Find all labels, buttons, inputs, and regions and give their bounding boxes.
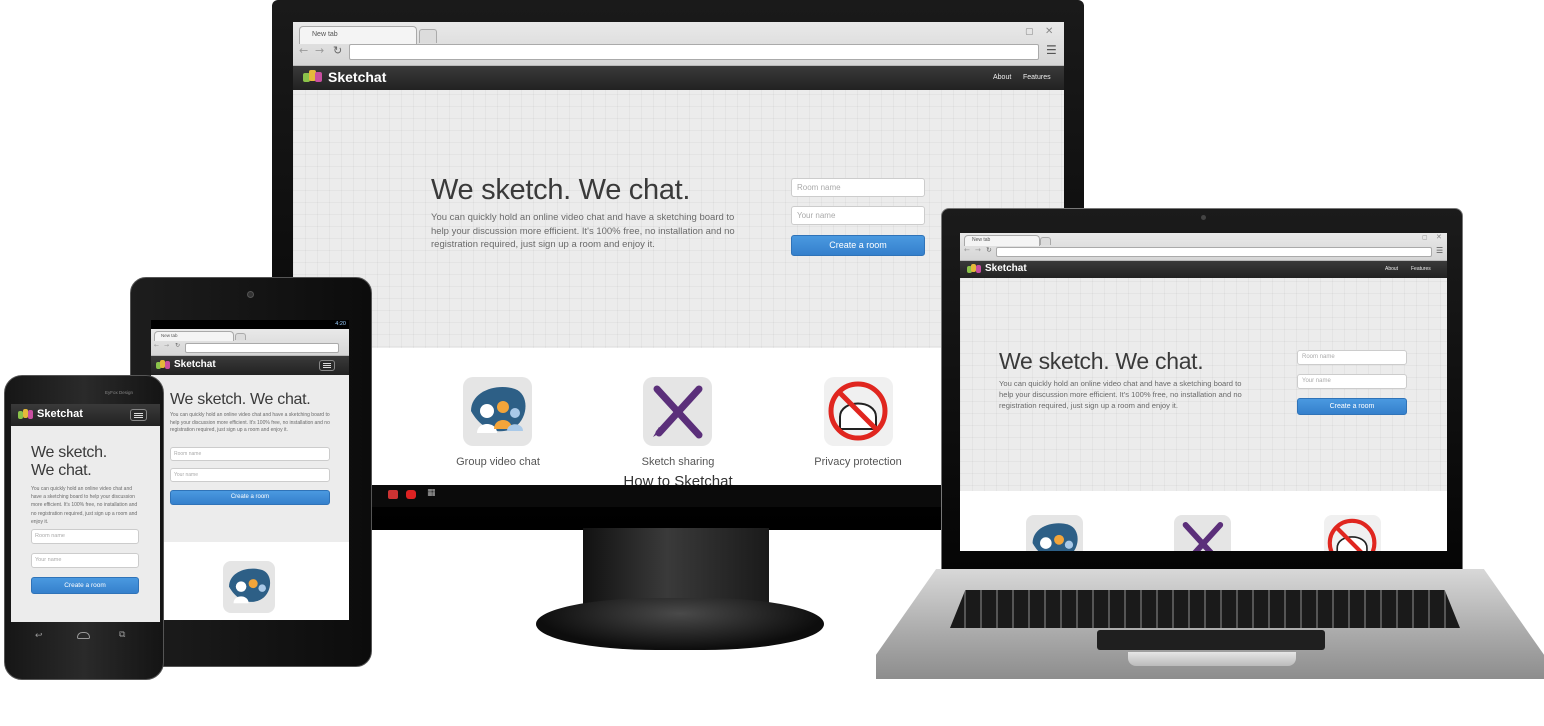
new-tab-button[interactable] xyxy=(1040,237,1051,245)
tablet-screen: 4:20 New tab ← → ↻ Sketchat We sketch. W… xyxy=(151,320,349,620)
privacy-protection-icon xyxy=(1324,515,1381,551)
create-room-button[interactable]: Create a room xyxy=(170,490,330,505)
menu-toggle-icon[interactable] xyxy=(130,409,147,421)
phone-brand-label: EyFox Design xyxy=(104,390,133,395)
tablet-status-bar: 4:20 xyxy=(151,320,349,329)
address-bar[interactable] xyxy=(349,44,1039,60)
hero-description: You can quickly hold an online video cha… xyxy=(31,486,138,525)
brand[interactable]: Sketchat xyxy=(18,408,83,420)
laptop-camera-icon xyxy=(1201,215,1206,220)
your-name-input[interactable]: Your name xyxy=(1297,374,1407,389)
close-window-icon[interactable]: ✕ xyxy=(1045,26,1053,37)
nav-about[interactable]: About xyxy=(993,74,1011,81)
apps-grid-icon[interactable]: ▦ xyxy=(427,488,436,498)
sketchat-logo-icon xyxy=(303,70,323,84)
hero-description: You can quickly hold an online video cha… xyxy=(170,412,330,433)
reload-icon[interactable]: ↻ xyxy=(175,342,180,349)
laptop-keyboard xyxy=(950,590,1460,628)
browser-chrome: New tab ▢ ✕ ← → ↻ ☰ xyxy=(293,22,1064,66)
brand[interactable]: Sketchat xyxy=(967,263,1027,274)
close-window-icon[interactable]: ✕ xyxy=(1436,233,1442,241)
site-navbar: Sketchat xyxy=(151,356,349,375)
brand[interactable]: Sketchat xyxy=(303,69,386,85)
hero-description: You can quickly hold an online video cha… xyxy=(431,212,735,250)
sketchat-logo-icon xyxy=(967,263,981,274)
room-name-input[interactable]: Room name xyxy=(170,447,330,461)
home-key-icon[interactable] xyxy=(77,632,90,639)
feature-label-privacy-protection: Privacy protection xyxy=(814,456,902,468)
feature-label-group-video-chat: Group video chat xyxy=(456,456,540,468)
reload-icon[interactable]: ↻ xyxy=(986,246,992,254)
phone-screen: Sketchat We sketch. We chat. You can qui… xyxy=(11,404,160,622)
nav-features[interactable]: Features xyxy=(1023,74,1051,81)
site-navbar: Sketchat About Features xyxy=(293,66,1064,90)
how-to-heading: How to Sketchat xyxy=(623,473,733,485)
nav-about[interactable]: About xyxy=(1385,266,1398,272)
hero-title: We sketch. We chat. xyxy=(31,444,107,479)
features-section xyxy=(151,542,349,620)
menu-icon[interactable]: ☰ xyxy=(1436,246,1443,255)
reload-icon[interactable]: ↻ xyxy=(333,44,342,57)
room-name-input[interactable]: Room name xyxy=(791,178,925,197)
laptop-touchpad xyxy=(1097,630,1325,650)
forward-icon[interactable]: → xyxy=(164,342,169,349)
your-name-input[interactable]: Your name xyxy=(791,206,925,225)
brand[interactable]: Sketchat xyxy=(156,359,216,370)
hero-description: You can quickly hold an online video cha… xyxy=(999,379,1242,410)
maximize-icon[interactable]: ▢ xyxy=(1025,27,1034,37)
laptop-front-edge xyxy=(1128,652,1296,666)
new-tab-button[interactable] xyxy=(235,333,246,340)
forward-icon[interactable]: → xyxy=(975,246,981,254)
features-section xyxy=(960,491,1447,551)
hero-title: We sketch. We chat. xyxy=(999,348,1204,374)
hero-title: We sketch. We chat. xyxy=(170,391,311,408)
group-video-chat-icon xyxy=(463,377,532,446)
browser-chrome: New tab ← → ↻ xyxy=(151,329,349,356)
room-name-input[interactable]: Room name xyxy=(31,529,139,544)
your-name-input[interactable]: Your name xyxy=(170,468,330,482)
privacy-protection-icon xyxy=(824,377,893,446)
browser-tab[interactable]: New tab xyxy=(964,235,1040,246)
browser-tab[interactable]: New tab xyxy=(154,331,234,341)
maximize-icon[interactable]: ▢ xyxy=(1422,234,1428,241)
room-name-input[interactable]: Room name xyxy=(1297,350,1407,365)
gmail-icon[interactable] xyxy=(388,490,398,499)
browser-chrome: New tab ▢ ✕ ← → ↻ ☰ xyxy=(960,233,1447,261)
site-navbar: Sketchat xyxy=(11,404,160,426)
address-bar[interactable] xyxy=(996,247,1432,257)
your-name-input[interactable]: Your name xyxy=(31,553,139,568)
status-time: 4:20 xyxy=(335,321,346,327)
sketch-sharing-icon xyxy=(1174,515,1231,551)
site-navbar: Sketchat About Features xyxy=(960,261,1447,278)
group-video-chat-icon xyxy=(1026,515,1083,551)
sketch-sharing-icon xyxy=(643,377,712,446)
menu-icon[interactable]: ☰ xyxy=(1046,43,1057,57)
sketchat-logo-icon xyxy=(18,408,33,420)
feature-label-sketch-sharing: Sketch sharing xyxy=(641,456,715,468)
group-video-chat-icon xyxy=(223,561,275,613)
nav-features[interactable]: Features xyxy=(1411,266,1431,272)
youtube-icon[interactable] xyxy=(406,490,416,499)
tablet-camera-icon xyxy=(247,291,254,298)
menu-toggle-icon[interactable] xyxy=(319,360,335,371)
back-key-icon[interactable]: ↩ xyxy=(35,631,43,641)
address-bar[interactable] xyxy=(185,343,339,353)
back-icon[interactable]: ← xyxy=(964,246,970,254)
forward-icon[interactable]: → xyxy=(315,44,324,57)
create-room-button[interactable]: Create a room xyxy=(1297,398,1407,415)
hero-title: We sketch. We chat. xyxy=(431,174,691,206)
create-room-button[interactable]: Create a room xyxy=(31,577,139,594)
create-room-button[interactable]: Create a room xyxy=(791,235,925,256)
laptop-screen: New tab ▢ ✕ ← → ↻ ☰ Sketchat About Featu… xyxy=(960,233,1447,551)
back-icon[interactable]: ← xyxy=(154,342,159,349)
new-tab-button[interactable] xyxy=(419,29,437,43)
sketchat-logo-icon xyxy=(156,359,170,370)
recents-key-icon[interactable]: ⧉ xyxy=(119,630,125,640)
monitor-stand-base xyxy=(536,598,824,650)
back-icon[interactable]: ← xyxy=(299,44,308,57)
browser-tab[interactable]: New tab xyxy=(299,26,417,44)
